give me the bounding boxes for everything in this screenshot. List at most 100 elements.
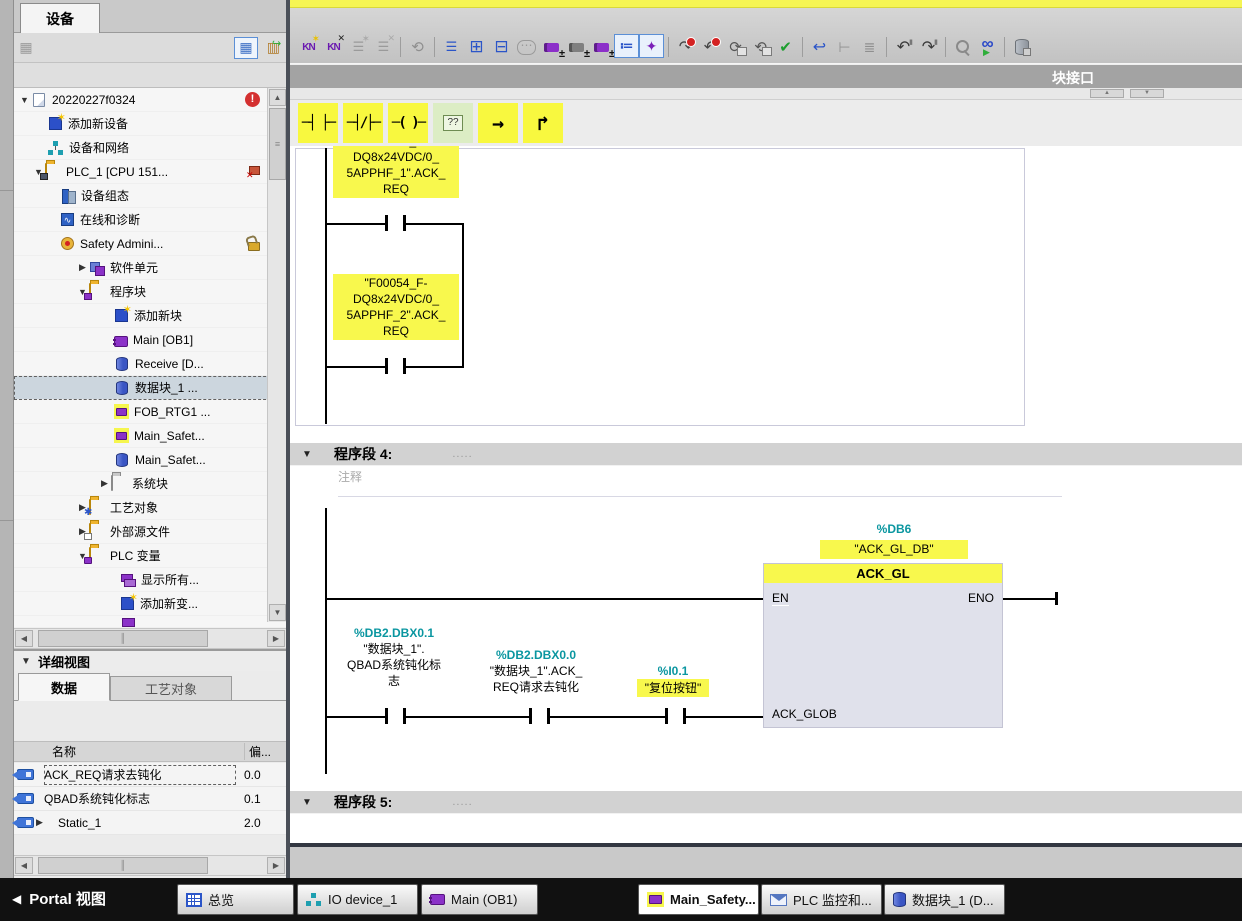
delete-row-icon[interactable] [371,36,396,58]
network5-title-placeholder[interactable]: ..... [452,796,472,808]
db-instance-address[interactable]: %DB6 [820,522,968,536]
collapse-chevron-icon[interactable]: ▼ [14,656,38,667]
tree-item-devices-networks[interactable]: 设备和网络 [14,136,286,160]
keep-actual-values-icon[interactable] [405,36,430,58]
tree-item-external-sources[interactable]: 外部源文件 [14,520,286,544]
goto-previous-error-icon[interactable] [698,36,723,58]
program-outline-icon[interactable] [439,36,464,58]
operand-label[interactable]: %DB2.DBX0.1 "数据块_1". QBAD系统钝化标 志 [328,625,460,689]
show-absolute-operands-icon[interactable] [539,36,564,58]
taskbar-plc-monitor-button[interactable]: PLC 监控和... [761,884,882,915]
block-interface-bar[interactable]: 块接口 [290,64,1242,88]
favorite-coil-icon[interactable] [388,103,428,143]
expander-icon[interactable] [98,478,111,489]
splitter-up-icon[interactable]: ▲ [1090,89,1124,98]
consistency-check-icon[interactable] [773,36,798,58]
goto-device-view-icon[interactable]: ▥ [262,37,286,59]
scroll-right-icon[interactable]: ▶ [267,857,285,874]
network4-comment[interactable]: 注释 [338,468,362,485]
insert-network-icon[interactable] [296,36,321,58]
expand-all-networks-icon[interactable] [464,36,489,58]
snapshot-values-icon[interactable] [1009,36,1034,58]
detail-view-header[interactable]: ▼ 详细视图 [14,649,286,671]
tree-item-online-diagnostics[interactable]: 在线和诊断 [14,208,286,232]
scroll-left-icon[interactable]: ◀ [15,630,33,647]
network4-header[interactable]: ▼ 程序段 4: ..... [290,443,1242,466]
splitter-down-icon[interactable]: ▼ [1130,89,1164,98]
detail-horizontal-scrollbar[interactable]: ◀ ▶ [14,855,286,876]
tab-devices[interactable]: 设备 [20,3,100,33]
update-block-calls-icon[interactable] [723,36,748,58]
db-instance-name[interactable]: "ACK_GL_DB" [820,540,968,559]
network4-title-placeholder[interactable]: ..... [452,448,472,460]
pin-ack-glob[interactable]: ACK_GLOB [772,707,837,721]
taskbar-overview-button[interactable]: 总览 [177,884,294,915]
scroll-right-icon[interactable]: ▶ [267,630,285,647]
favorite-contact-nc-icon[interactable] [343,103,383,143]
update-inconsistent-calls-icon[interactable] [748,36,773,58]
tree-item-technology-objects[interactable]: 工艺对象 [14,496,286,520]
contact-icon[interactable] [665,708,668,724]
tree-horizontal-scrollbar[interactable]: ◀ ▶ [14,628,286,649]
operand-label[interactable]: "F00054_F- DQ8x24VDC/0_ 5APPHF_1".ACK_ R… [333,146,459,198]
column-offset[interactable]: 偏... [244,743,286,760]
pin-eno[interactable]: ENO [968,591,994,605]
network5-header[interactable]: ▼ 程序段 5: ..... [290,791,1242,814]
scrollbar-thumb[interactable] [269,108,286,180]
scrollbar-thumb[interactable] [38,630,208,647]
contact-icon[interactable] [403,708,406,724]
tree-item-main-safety-fb[interactable]: Main_Safet... [14,424,286,448]
tree-item-device-config[interactable]: 设备组态 [14,184,286,208]
highlighted-operand[interactable]: "复位按钮" [637,679,710,697]
contact-icon[interactable] [385,215,388,231]
show-symbolic-operands-icon[interactable] [564,36,589,58]
tree-item-software-units[interactable]: 软件单元 [14,256,286,280]
call-structure-icon[interactable] [832,36,857,58]
tree-item-add-block[interactable]: 添加新块 [14,304,286,328]
scroll-left-icon[interactable]: ◀ [15,857,33,874]
delete-network-icon[interactable] [321,36,346,58]
contact-icon[interactable] [385,708,388,724]
portal-view-button[interactable]: ◀ Portal 视图 [12,888,106,909]
collapse-network-icon[interactable]: ▼ [302,449,316,460]
find-replace-icon[interactable] [950,36,975,58]
tree-item-fob-rtg1[interactable]: FOB_RTG1 ... [14,400,286,424]
tree-item-clipped[interactable] [14,616,286,628]
taskbar-io-device-button[interactable]: IO device_1 [297,884,418,915]
tree-item-receive-db[interactable]: Receive [D... [14,352,286,376]
goto-definition-icon[interactable] [807,36,832,58]
show-both-operands-icon[interactable] [589,36,614,58]
instruction-favorites-icon[interactable] [639,34,664,58]
tree-item-system-blocks[interactable]: 系统块 [14,472,286,496]
tree-item-main-safety-db[interactable]: Main_Safet... [14,448,286,472]
column-name[interactable]: 名称 [14,743,244,760]
tree-item-plc1[interactable]: PLC_1 [CPU 151... [14,160,286,184]
contact-icon[interactable] [547,708,550,724]
collapse-all-networks-icon[interactable] [489,36,514,58]
favorite-open-branch-icon[interactable] [478,103,518,143]
pin-en[interactable]: EN [772,591,789,606]
expander-icon[interactable] [18,95,31,105]
scrollbar-thumb[interactable] [38,857,208,874]
tree-item-show-all-tags[interactable]: 显示所有... [14,568,286,592]
jump-forward-icon[interactable] [916,36,941,58]
tree-item-main-ob1[interactable]: Main [OB1] [14,328,286,352]
tab-technology-objects[interactable]: 工艺对象 [110,676,232,701]
scroll-up-icon[interactable]: ▲ [269,89,286,106]
goto-next-error-icon[interactable] [673,36,698,58]
detail-row-static1[interactable]: ▶ Static_1 2.0 [14,811,286,835]
contact-icon[interactable] [403,358,406,374]
favorites-toggle-icon[interactable] [614,34,639,58]
ack-gl-block[interactable]: ACK_GL EN ENO ACK_GLOB [763,563,1003,728]
collapse-network-icon[interactable]: ▼ [302,797,316,808]
operand-label[interactable]: "F00054_F- DQ8x24VDC/0_ 5APPHF_2".ACK_ R… [333,274,459,340]
scroll-down-icon[interactable]: ▼ [269,604,286,621]
favorite-close-branch-icon[interactable] [523,103,563,143]
taskbar-datablock1-button[interactable]: 数据块_1 (D... [884,884,1005,915]
tab-data[interactable]: 数据 [18,673,110,701]
expander-icon[interactable]: ▶ [36,817,48,828]
tree-item-datablock1[interactable]: 数据块_1 ... [14,376,286,400]
tree-item-project[interactable]: 20220227f0324 [14,88,286,112]
contact-icon[interactable] [529,708,532,724]
favorite-contact-no-icon[interactable] [298,103,338,143]
